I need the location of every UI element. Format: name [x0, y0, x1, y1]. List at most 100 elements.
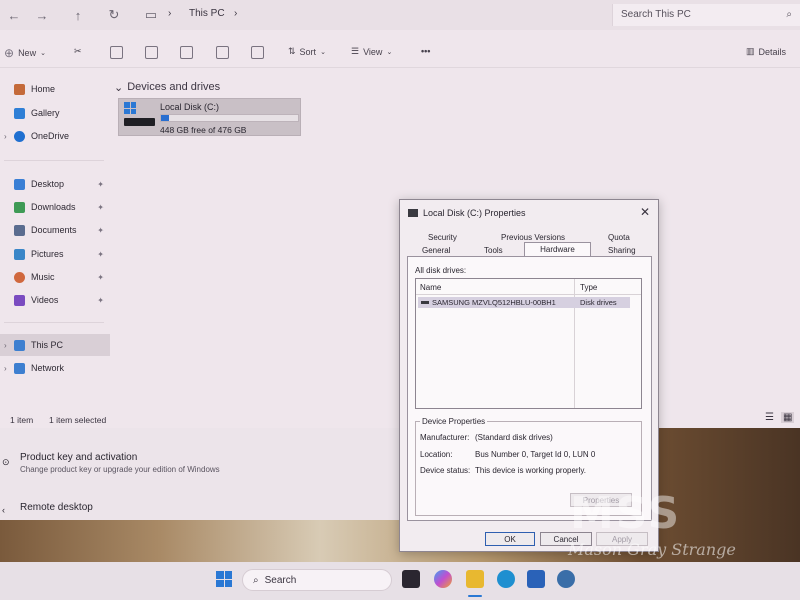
pictures-icon	[14, 248, 25, 260]
ok-button[interactable]: OK	[485, 532, 535, 546]
column-header-name[interactable]: Name	[420, 283, 441, 292]
settings-icon[interactable]	[557, 570, 575, 588]
sidebar-item-network[interactable]: › Network	[0, 357, 110, 379]
details-button[interactable]: ▥ Details	[746, 46, 786, 57]
chevron-right-icon[interactable]: ›	[4, 364, 7, 373]
details-label: Details	[758, 46, 787, 57]
sidebar-item-music[interactable]: Music ✦	[0, 266, 110, 288]
chevron-down-icon: ⌄	[386, 48, 393, 56]
row-name: SAMSUNG MZVLQ512HBLU-00BH1	[432, 298, 556, 307]
tab-security[interactable]: Security	[428, 233, 457, 242]
sort-icon: ⇅	[288, 46, 296, 56]
cut-icon[interactable]: ✂	[74, 46, 82, 57]
rename-icon[interactable]	[180, 46, 193, 59]
chevron-right-icon[interactable]: ›	[4, 341, 7, 350]
drive-tile-c[interactable]: Local Disk (C:) 448 GB free of 476 GB	[118, 98, 301, 136]
gallery-icon	[14, 107, 25, 119]
pin-icon[interactable]: ✦	[97, 296, 104, 305]
command-bar: ⊕ New ⌄ ✂ ⇅ Sort ⌄ ☰ View ⌄ ••• ▥ Detail…	[0, 38, 800, 68]
sidebar-item-label: Downloads	[31, 202, 76, 212]
tab-previous-versions[interactable]: Previous Versions	[501, 233, 565, 242]
download-icon	[14, 201, 25, 213]
pin-icon[interactable]: ✦	[97, 180, 104, 189]
tab-sharing[interactable]: Sharing	[608, 246, 636, 255]
delete-icon[interactable]	[251, 46, 264, 59]
chevron-right-icon[interactable]: ›	[234, 8, 237, 19]
active-app-indicator	[468, 595, 482, 597]
sidebar-item-documents[interactable]: Documents ✦	[0, 219, 110, 241]
copilot-icon[interactable]	[434, 570, 452, 588]
drive-icon	[124, 118, 155, 126]
pin-icon[interactable]: ✦	[97, 203, 104, 212]
windows-logo-icon	[124, 102, 136, 114]
device-status-value: This device is working properly.	[475, 466, 587, 475]
taskbar-search-label: Search	[264, 574, 297, 586]
sidebar-item-gallery[interactable]: Gallery	[0, 102, 110, 124]
file-explorer-icon[interactable]	[466, 570, 484, 588]
search-input[interactable]: Search This PC ⌕	[612, 4, 800, 26]
videos-icon	[14, 294, 25, 306]
pin-icon[interactable]: ✦	[97, 250, 104, 259]
dialog-title: Local Disk (C:) Properties	[423, 208, 526, 218]
sidebar-item-desktop[interactable]: Desktop ✦	[0, 173, 110, 195]
watermark-text: Mason Gray Strange	[568, 540, 736, 559]
music-icon	[14, 271, 25, 283]
search-placeholder: Search This PC	[621, 9, 691, 20]
sidebar-item-downloads[interactable]: Downloads ✦	[0, 196, 110, 218]
forward-icon[interactable]: →	[32, 5, 52, 25]
copy-icon[interactable]	[110, 46, 123, 59]
store-icon[interactable]	[527, 570, 545, 588]
drive-free-space: 448 GB free of 476 GB	[160, 125, 247, 135]
new-button[interactable]: ⊕ New ⌄	[4, 46, 46, 60]
close-icon[interactable]: ✕	[640, 205, 650, 219]
pin-icon[interactable]: ✦	[97, 273, 104, 282]
more-options-button[interactable]: •••	[421, 46, 430, 56]
chevron-down-icon: ⌄	[320, 48, 326, 56]
edge-icon[interactable]	[497, 570, 515, 588]
tab-tools[interactable]: Tools	[484, 246, 503, 255]
settings-item-remote-desktop[interactable]: Remote desktop	[20, 502, 93, 513]
settings-item-subtitle: Change product key or upgrade your editi…	[20, 465, 220, 474]
search-icon: ⌕	[786, 9, 792, 20]
tab-general[interactable]: General	[422, 246, 450, 255]
list-view-icon[interactable]: ☰	[765, 412, 774, 423]
sidebar-item-this-pc[interactable]: › This PC	[0, 334, 110, 356]
sort-button[interactable]: ⇅ Sort ⌄	[288, 46, 326, 57]
taskbar-search[interactable]: ⌕ Search	[242, 569, 392, 591]
start-icon[interactable]	[216, 571, 232, 587]
view-button[interactable]: ☰ View ⌄	[351, 46, 392, 57]
all-disk-drives-label: All disk drives:	[415, 266, 467, 275]
sidebar-item-pictures[interactable]: Pictures ✦	[0, 243, 110, 265]
settings-window: ⊙ Product key and activation Change prod…	[0, 428, 400, 520]
column-header-type[interactable]: Type	[580, 283, 597, 292]
breadcrumb-this-pc[interactable]: This PC	[189, 8, 225, 19]
pin-icon[interactable]: ✦	[97, 226, 104, 235]
pc-icon	[14, 339, 25, 351]
refresh-icon[interactable]: ↻	[104, 5, 124, 25]
tab-hardware[interactable]: Hardware	[524, 242, 591, 256]
task-view-icon[interactable]	[402, 570, 420, 588]
share-icon[interactable]	[216, 46, 229, 59]
settings-item-product-key[interactable]: Product key and activation	[20, 452, 137, 463]
chevron-right-icon[interactable]: ›	[4, 132, 7, 141]
group-header[interactable]: ⌄ Devices and drives	[114, 81, 220, 94]
tiles-view-icon[interactable]: ▦	[781, 412, 795, 423]
disk-drives-list[interactable]: Name Type SAMSUNG MZVLQ512HBLU-00BH1 Dis…	[415, 278, 642, 409]
sidebar-item-home[interactable]: Home	[0, 78, 110, 100]
up-icon[interactable]: ↑	[68, 5, 88, 25]
drive-usage-bar	[160, 114, 299, 122]
device-properties-title: Device Properties	[420, 417, 488, 426]
chevron-right-icon[interactable]: ›	[168, 8, 171, 19]
search-icon: ⌕	[253, 574, 259, 586]
table-row[interactable]: SAMSUNG MZVLQ512HBLU-00BH1 Disk drives	[418, 297, 630, 308]
sidebar-item-videos[interactable]: Videos ✦	[0, 289, 110, 311]
drive-name: Local Disk (C:)	[160, 102, 220, 112]
paste-icon[interactable]	[145, 46, 158, 59]
tab-quota[interactable]: Quota	[608, 233, 630, 242]
back-icon[interactable]: ←	[4, 5, 24, 25]
cloud-icon	[14, 130, 25, 142]
location-value: Bus Number 0, Target Id 0, LUN 0	[475, 450, 596, 459]
sidebar-item-onedrive[interactable]: › OneDrive	[0, 125, 110, 147]
sidebar-divider	[4, 322, 104, 323]
home-icon	[14, 83, 25, 95]
